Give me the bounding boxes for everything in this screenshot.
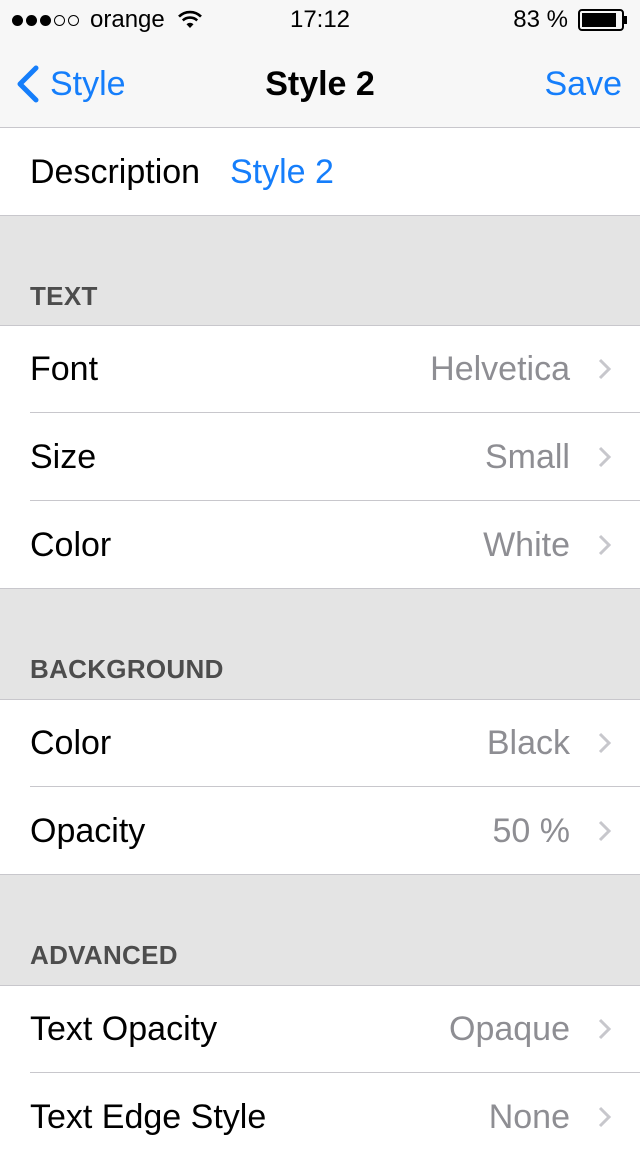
advanced-text-edge-style-row[interactable]: Text Edge Style None	[0, 1073, 640, 1161]
status-right: 83 %	[513, 6, 628, 34]
text-size-row[interactable]: Size Small	[0, 413, 640, 501]
row-value: White	[483, 526, 570, 564]
row-label: Text Edge Style	[30, 1098, 267, 1136]
row-value: 50 %	[492, 812, 571, 850]
description-label: Description	[30, 153, 201, 191]
divider	[0, 215, 640, 216]
chevron-right-icon	[598, 1106, 612, 1128]
divider	[0, 588, 640, 589]
battery-percentage: 83 %	[513, 6, 568, 33]
section-header-advanced: ADVANCED	[30, 940, 178, 970]
chevron-right-icon	[598, 732, 612, 754]
text-color-row[interactable]: Color White	[0, 501, 640, 589]
section-header-text: TEXT	[30, 281, 98, 311]
row-value: Opaque	[449, 1010, 570, 1048]
chevron-right-icon	[598, 358, 612, 380]
status-bar: orange 17:12 83 %	[0, 0, 640, 40]
divider	[0, 985, 640, 986]
divider	[0, 325, 640, 326]
row-value: Black	[486, 724, 570, 762]
row-value: None	[488, 1098, 570, 1136]
chevron-right-icon	[598, 1018, 612, 1040]
row-label: Font	[30, 350, 99, 388]
background-color-row[interactable]: Color Black	[0, 699, 640, 787]
divider	[0, 874, 640, 875]
row-label: Size	[30, 438, 97, 476]
divider	[0, 699, 640, 700]
navigation-bar: Style Style 2 Save	[0, 40, 640, 128]
row-value: Small	[484, 438, 570, 476]
text-font-row[interactable]: Font Helvetica	[0, 325, 640, 413]
description-row[interactable]: Description Style 2	[0, 128, 640, 216]
row-label: Opacity	[30, 812, 146, 850]
row-label: Text Opacity	[30, 1010, 218, 1048]
description-field[interactable]: Style 2	[230, 148, 334, 196]
chevron-right-icon	[598, 820, 612, 842]
chevron-right-icon	[598, 534, 612, 556]
battery-icon	[578, 9, 627, 31]
section-header-background: BACKGROUND	[30, 654, 224, 684]
background-opacity-row[interactable]: Opacity 50 %	[0, 787, 640, 875]
row-value: Helvetica	[430, 350, 570, 388]
row-label: Color	[30, 724, 112, 762]
save-button[interactable]: Save	[545, 62, 623, 106]
advanced-text-opacity-row[interactable]: Text Opacity Opaque	[0, 985, 640, 1073]
chevron-right-icon	[598, 446, 612, 468]
row-label: Color	[30, 526, 112, 564]
